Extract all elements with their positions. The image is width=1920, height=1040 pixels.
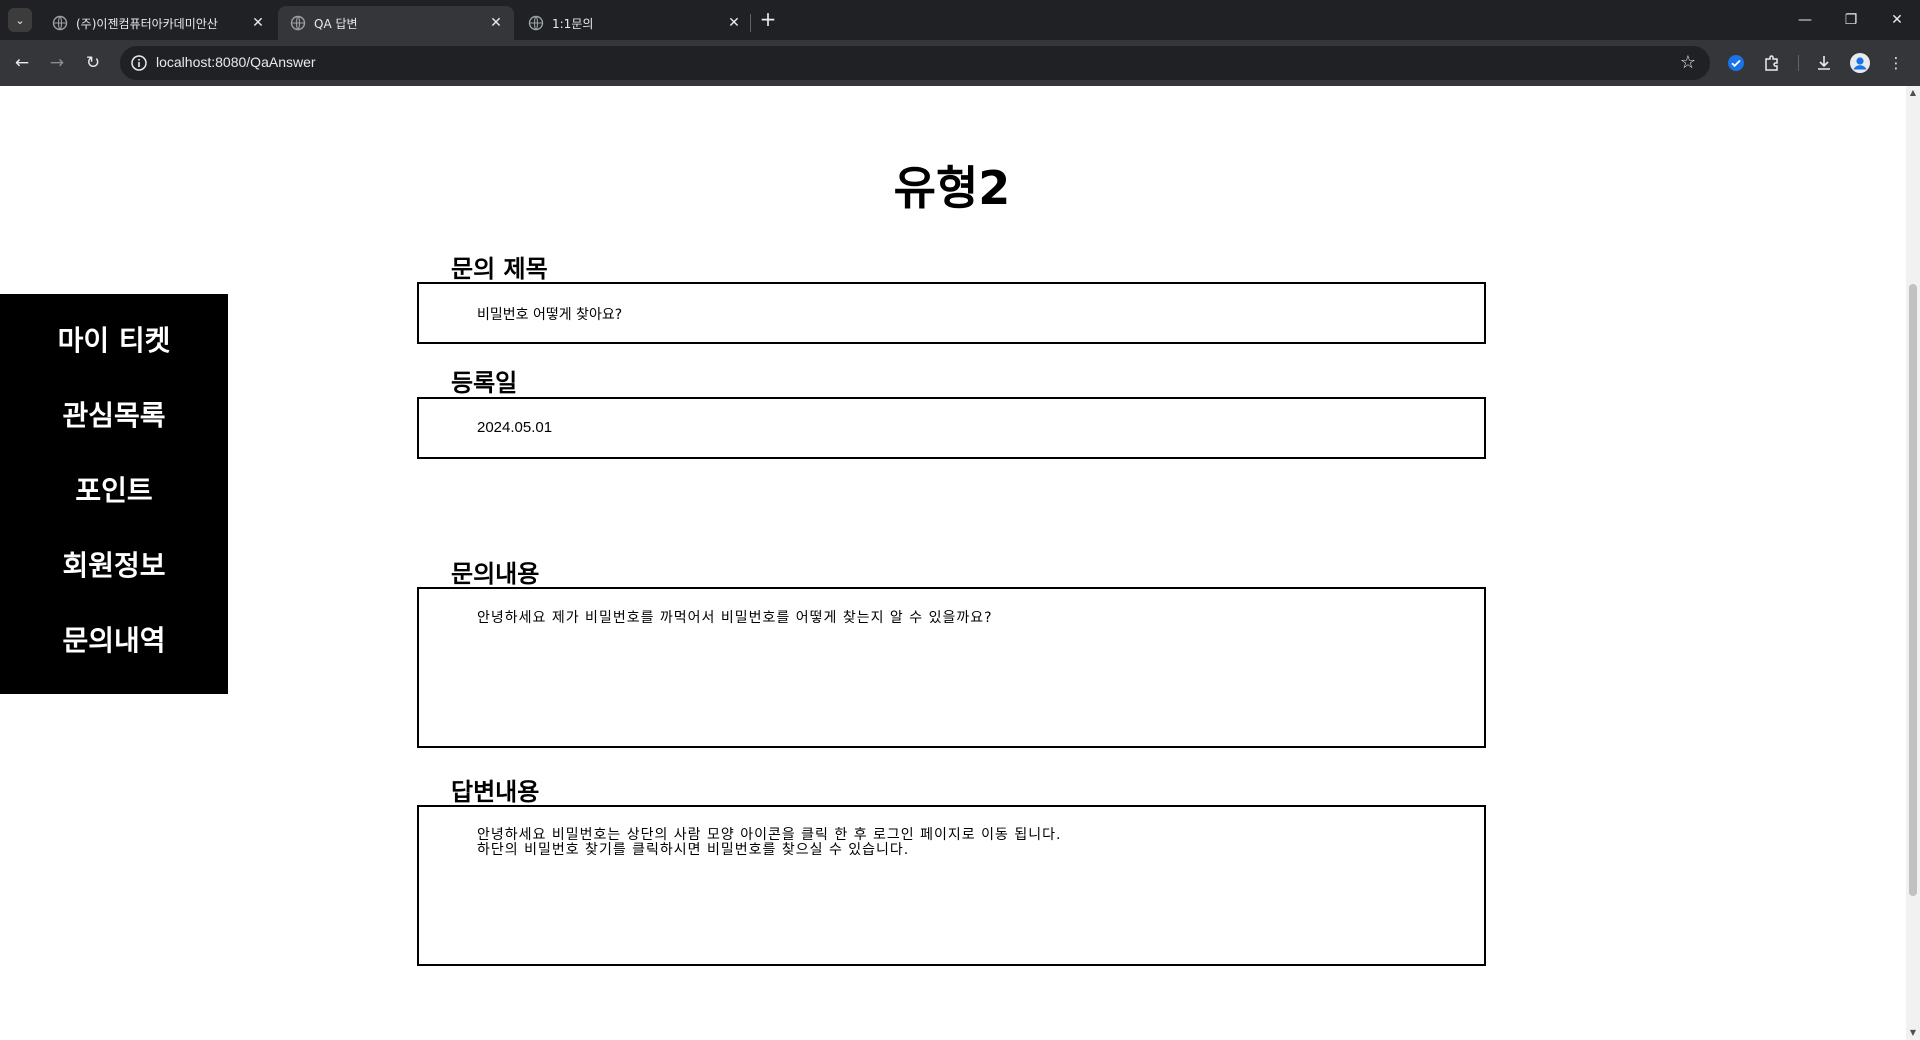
sidebar-item-inquiry-history[interactable]: 문의내역 (0, 624, 228, 699)
content-field: 안녕하세요 제가 비밀번호를 까먹어서 비밀번호를 어떻게 찾는지 알 수 있을… (417, 587, 1486, 748)
minimize-icon[interactable]: — (1782, 0, 1828, 40)
globe-icon (52, 15, 68, 31)
globe-icon (528, 15, 544, 31)
browser-tab-3[interactable]: 1:1문의 ✕ (516, 6, 752, 40)
page-title: 유형2 (893, 161, 1011, 215)
browser-tab-bar: ⌄ (주)이젠컴퓨터아카데미안산 ✕ QA 답변 ✕ 1:1문의 ✕ + — ❐… (0, 0, 1920, 40)
scroll-up-arrow-icon[interactable]: ▲ (1906, 86, 1920, 100)
subject-label: 문의 제목 (451, 255, 548, 283)
sidebar-item-my-ticket[interactable]: 마이 티켓 (0, 324, 228, 399)
globe-icon (290, 15, 306, 31)
answer-field: 안녕하세요 비밀번호는 상단의 사람 모양 아이콘을 클릭 한 후 로그인 페이… (417, 805, 1486, 966)
restore-icon[interactable]: ❐ (1828, 0, 1874, 40)
menu-kebab-icon[interactable]: ⋮ (1884, 51, 1908, 75)
new-tab-plus-icon[interactable]: + (756, 8, 780, 32)
download-icon[interactable] (1812, 51, 1836, 75)
subject-value: 비밀번호 어떻게 찾아요? (477, 307, 623, 323)
page-scrollbar[interactable]: ▲ ▼ (1906, 86, 1920, 1040)
date-value: 2024.05.01 (477, 419, 553, 436)
date-label: 등록일 (451, 369, 518, 397)
sidebar-item-member-info[interactable]: 회원정보 (0, 549, 228, 624)
site-info-icon[interactable] (130, 54, 148, 72)
tab-close-icon[interactable]: ✕ (488, 15, 504, 31)
tab-title: (주)이젠컴퓨터아카데미안산 (76, 16, 218, 31)
extension-check-icon[interactable] (1724, 51, 1748, 75)
date-field: 2024.05.01 (417, 397, 1486, 459)
sidebar-item-points[interactable]: 포인트 (0, 474, 228, 549)
tab-title: QA 답변 (314, 16, 358, 31)
tab-close-icon[interactable]: ✕ (250, 15, 266, 31)
tab-close-icon[interactable]: ✕ (726, 15, 742, 31)
browser-tab-2[interactable]: QA 답변 ✕ (278, 6, 514, 40)
sidebar-item-wishlist[interactable]: 관심목록 (0, 399, 228, 474)
profile-avatar-icon[interactable] (1848, 51, 1872, 75)
tab-title: 1:1문의 (552, 16, 594, 31)
subject-field: 비밀번호 어떻게 찾아요? (417, 282, 1486, 344)
content-label: 문의내용 (451, 560, 540, 588)
tab-separator (750, 14, 751, 32)
window-close-icon[interactable]: ✕ (1874, 0, 1920, 40)
answer-line-2: 하단의 비밀번호 찾기를 클릭하시면 비밀번호를 찾으실 수 있습니다. (477, 842, 910, 858)
scroll-down-arrow-icon[interactable]: ▼ (1906, 1026, 1920, 1040)
toolbar-separator (1798, 55, 1799, 71)
reload-icon[interactable]: ↻ (79, 49, 107, 77)
forward-arrow-icon[interactable]: → (43, 49, 71, 77)
answer-label: 답변내용 (451, 778, 540, 806)
url-text: localhost:8080/QaAnswer (156, 54, 316, 70)
address-bar[interactable]: localhost:8080/QaAnswer ☆ (120, 46, 1710, 80)
content-value: 안녕하세요 제가 비밀번호를 까먹어서 비밀번호를 어떻게 찾는지 알 수 있을… (477, 610, 993, 626)
browser-tab-1[interactable]: (주)이젠컴퓨터아카데미안산 ✕ (40, 6, 276, 40)
tab-search-chevron-icon[interactable]: ⌄ (8, 8, 32, 32)
page-viewport: 유형2 마이 티켓 관심목록 포인트 회원정보 문의내역 문의 제목 비밀번호 … (0, 86, 1920, 1040)
browser-toolbar: ← → ↻ localhost:8080/QaAnswer ☆ ⋮ (0, 40, 1920, 86)
bookmark-star-icon[interactable]: ☆ (1680, 52, 1696, 73)
extensions-puzzle-icon[interactable] (1760, 51, 1784, 75)
back-arrow-icon[interactable]: ← (8, 49, 36, 77)
scrollbar-thumb[interactable] (1909, 284, 1917, 896)
side-menu: 마이 티켓 관심목록 포인트 회원정보 문의내역 (0, 294, 228, 694)
